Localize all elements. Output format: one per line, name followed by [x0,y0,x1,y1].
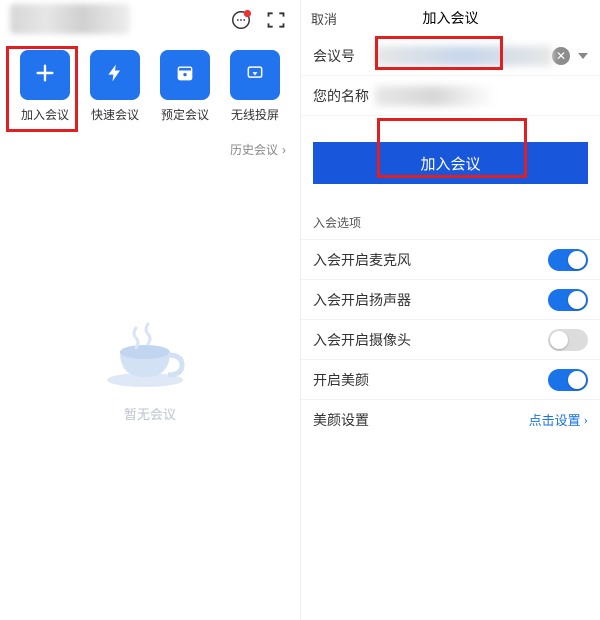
beauty-settings-link[interactable]: 点击设置 › [529,410,588,429]
meeting-id-label: 会议号 [313,46,375,66]
scan-icon[interactable] [266,10,286,30]
tile-join-meeting[interactable]: 加入会议 [14,50,76,123]
user-avatar-blur [10,4,130,34]
tile-wireless-cast[interactable]: 无线投屏 [224,50,286,123]
options-section-label: 入会选项 [301,198,600,239]
chevron-right-icon: › [282,143,286,157]
tile-label: 快速会议 [91,106,139,123]
option-label: 入会开启麦克风 [313,250,411,270]
teacup-illustration [100,322,200,392]
option-speaker: 入会开启扬声器 [301,279,600,319]
toggle-camera[interactable] [548,329,588,351]
beauty-settings-row[interactable]: 美颜设置 点击设置 › [301,399,600,439]
tile-label: 预定会议 [161,106,209,123]
cancel-button[interactable]: 取消 [311,9,337,28]
tile-quick-meeting[interactable]: 快速会议 [84,50,146,123]
join-meeting-button[interactable]: 加入会议 [313,142,588,184]
beauty-settings-label: 美颜设置 [313,410,369,430]
tile-schedule-meeting[interactable]: 预定会议 [154,50,216,123]
tile-label: 无线投屏 [231,106,279,123]
toggle-mic[interactable] [548,249,588,271]
chevron-down-icon[interactable] [578,53,588,59]
option-mic: 入会开启麦克风 [301,239,600,279]
chevron-right-icon: › [584,412,588,428]
option-camera: 入会开启摄像头 [301,319,600,359]
option-label: 入会开启扬声器 [313,290,411,310]
calendar-icon [175,63,195,88]
clear-icon[interactable]: ✕ [552,47,570,65]
bolt-icon [105,63,125,88]
plus-icon [34,62,56,89]
option-beauty: 开启美颜 [301,359,600,399]
name-input[interactable] [375,86,495,106]
option-label: 入会开启摄像头 [313,330,411,350]
meeting-id-row[interactable]: 会议号 ✕ [301,36,600,76]
cast-icon [245,63,265,88]
name-row[interactable]: 您的名称 [301,76,600,116]
name-label: 您的名称 [313,86,375,106]
empty-text: 暂无会议 [124,404,176,423]
history-meetings-link[interactable]: 历史会议 › [0,131,300,162]
toggle-beauty[interactable] [548,369,588,391]
tile-label: 加入会议 [21,106,69,123]
chat-icon[interactable] [230,9,252,31]
page-title: 加入会议 [423,8,479,28]
history-label: 历史会议 [230,141,278,158]
meeting-id-input[interactable] [375,46,552,66]
toggle-speaker[interactable] [548,289,588,311]
option-label: 开启美颜 [313,370,369,390]
